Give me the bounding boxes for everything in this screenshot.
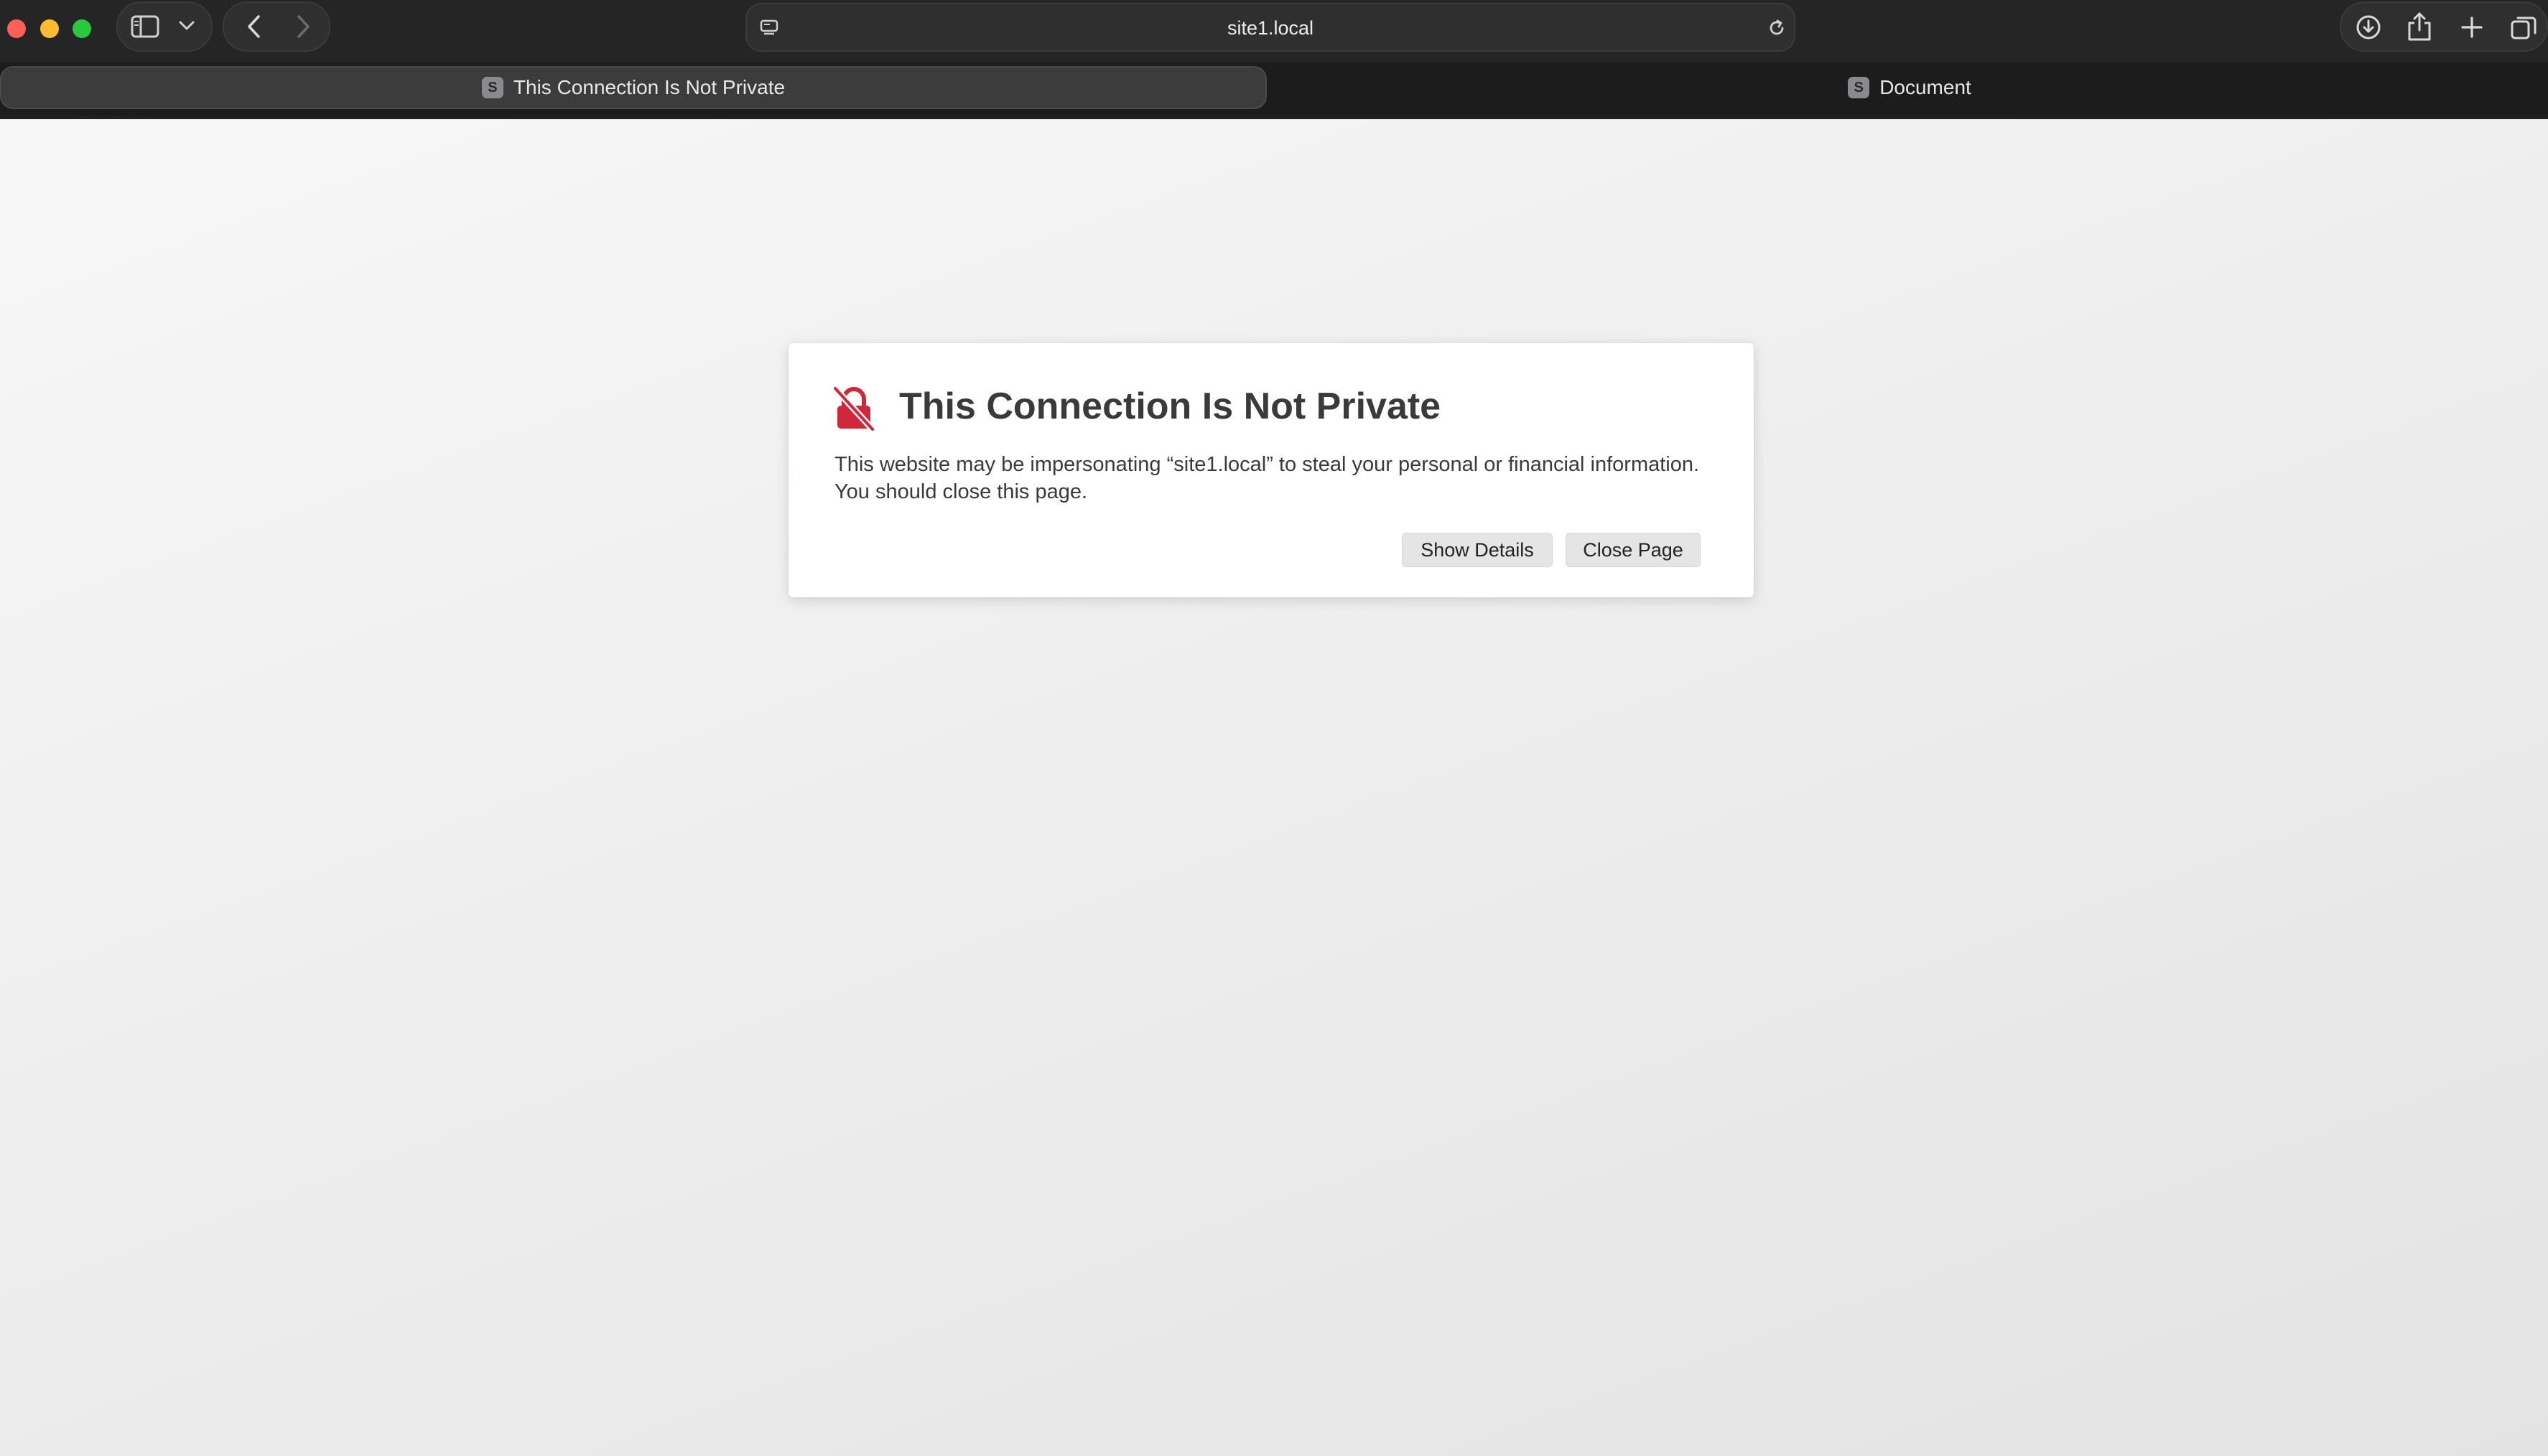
window-minimize-button[interactable] [40,19,59,38]
plus-icon[interactable] [2460,16,2483,39]
tab-label: This Connection Is Not Private [513,76,786,98]
tab-not-private[interactable]: S This Connection Is Not Private [0,66,1267,109]
right-tools-group [2340,1,2548,52]
address-bar[interactable]: site1.local [745,3,1795,52]
download-icon[interactable] [2356,14,2381,40]
tab-document[interactable]: S Document [1271,66,2548,109]
warning-card: This Connection Is Not Private This webs… [789,343,1754,597]
browser-toolbar: site1.local [0,0,2548,62]
warning-title: This Connection Is Not Private [899,386,1441,427]
reload-icon[interactable] [1767,18,1787,38]
address-text: site1.local [1227,17,1314,39]
sidebar-icon[interactable] [131,15,159,38]
sidebar-control-group [116,1,213,52]
show-details-button[interactable]: Show Details [1402,533,1553,567]
window-zoom-button[interactable] [73,19,91,38]
navigation-group [223,1,330,52]
window-close-button[interactable] [7,19,26,38]
forward-icon[interactable] [296,14,312,39]
back-icon[interactable] [246,14,261,39]
tab-label: Document [1879,76,1971,98]
broken-lock-icon [833,386,875,431]
chevron-down-icon[interactable] [178,20,195,32]
warning-message: This website may be impersonating “site1… [834,453,1700,503]
close-page-button[interactable]: Close Page [1566,533,1701,567]
site-favicon-icon: S [1848,77,1870,98]
share-icon[interactable] [2407,11,2432,42]
tab-overview-icon[interactable] [2511,15,2537,39]
tab-bar: S This Connection Is Not Private S Docum… [0,63,2548,115]
site-favicon-icon: S [481,77,503,98]
page-content: This Connection Is Not Private This webs… [0,119,2548,1456]
